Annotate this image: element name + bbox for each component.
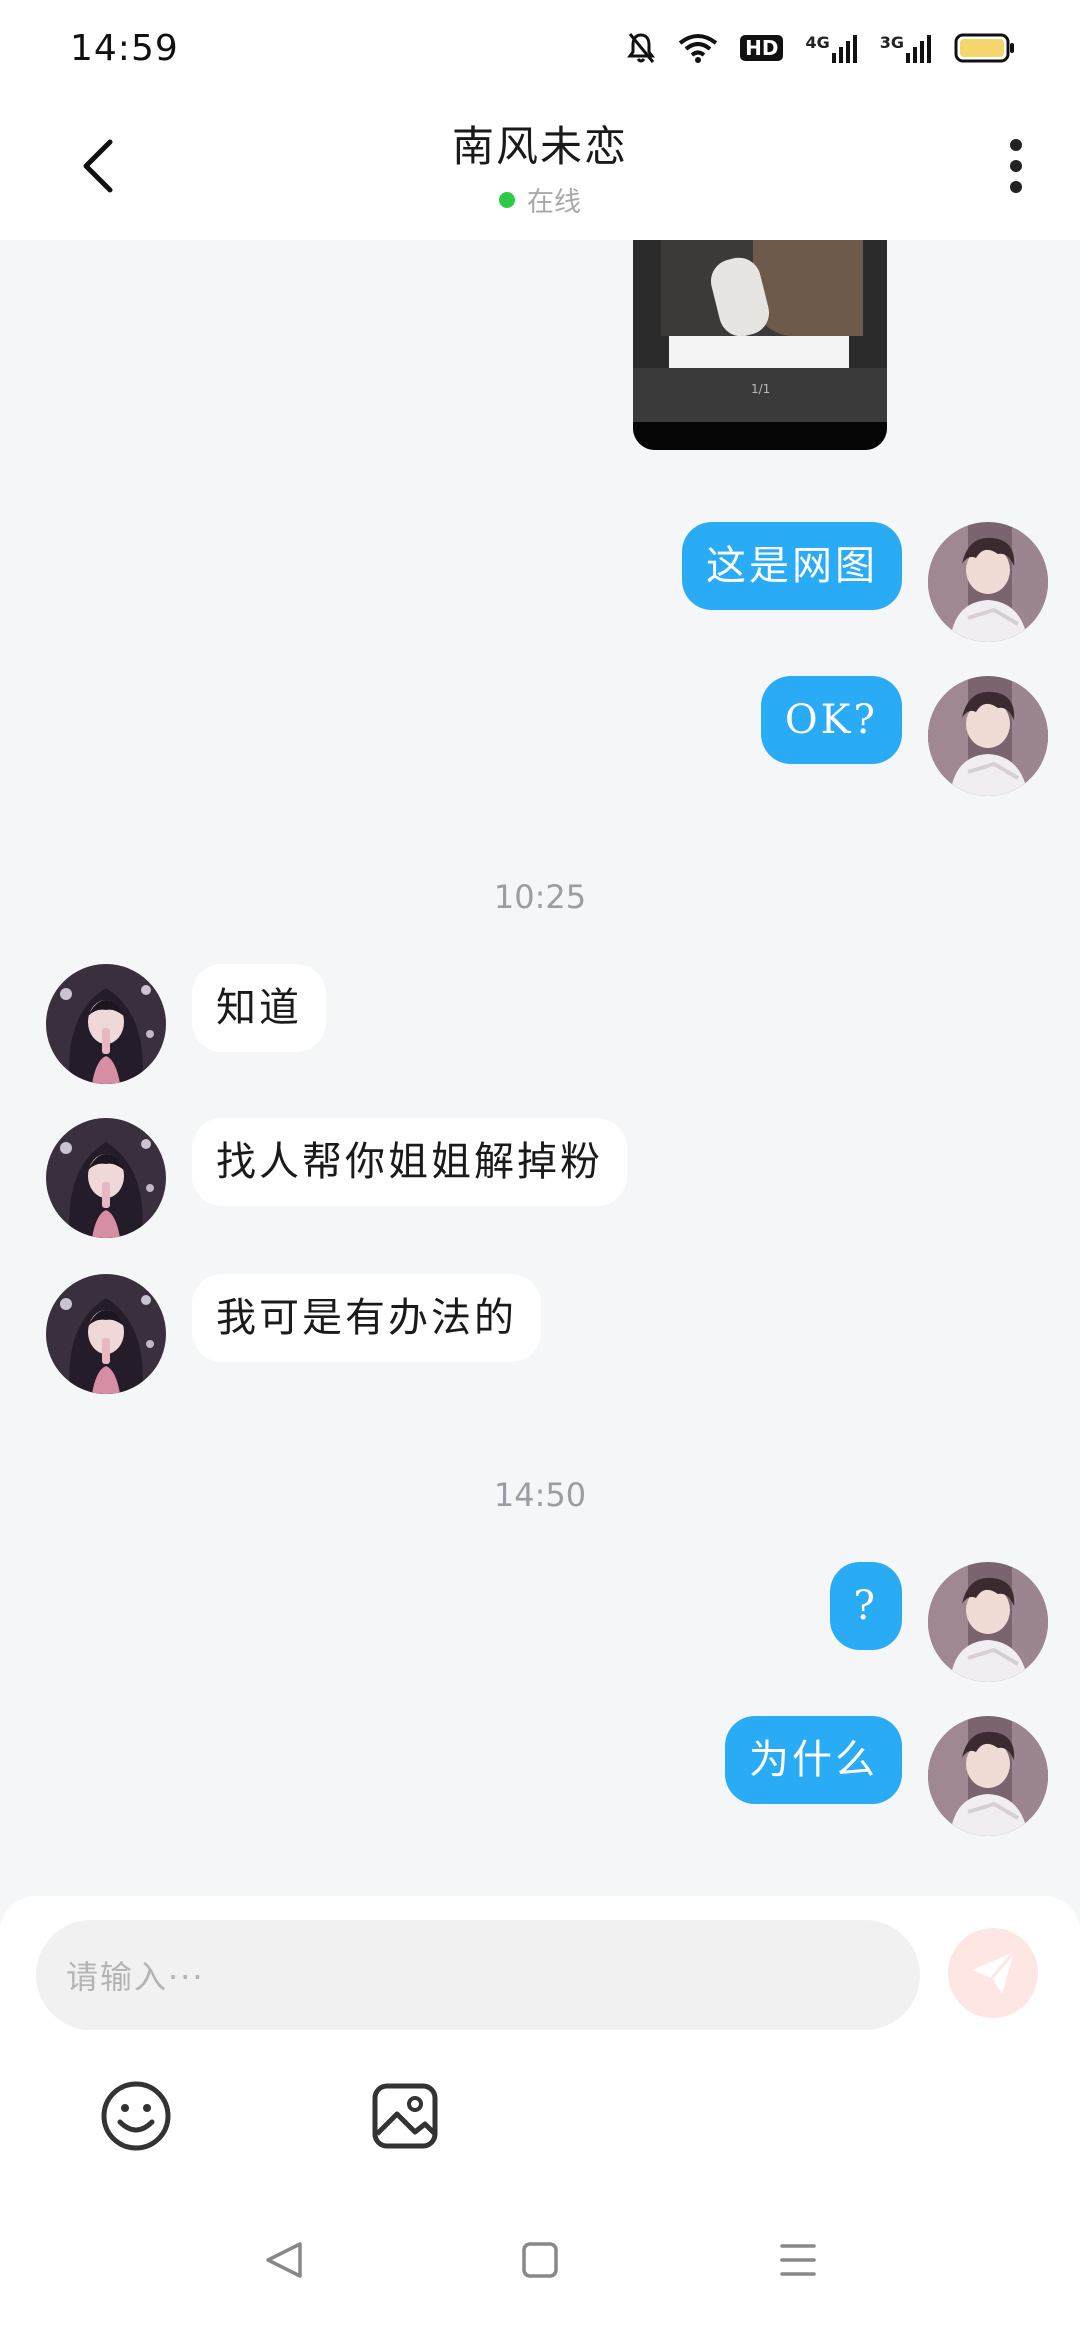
avatar-boy-image	[928, 676, 1048, 796]
menu-lines-icon	[780, 2244, 816, 2276]
signal-3g-label: 3G	[879, 33, 904, 52]
my-avatar[interactable]	[928, 676, 1048, 796]
battery-icon	[954, 33, 1016, 63]
nav-recents-button[interactable]	[768, 2230, 828, 2290]
message-row: 为什么	[725, 1716, 1048, 1836]
presence-label: 在线	[526, 187, 581, 218]
presence-status: 在线	[498, 180, 581, 219]
triangle-back-icon	[266, 2242, 302, 2278]
message-list[interactable]: 1/1 这是网图 OK? 10:25 知道 找人帮你姐姐解掉粉 我可是有办法的 …	[0, 240, 1080, 1896]
contact-avatar[interactable]	[46, 1274, 166, 1394]
my-avatar[interactable]	[928, 522, 1048, 642]
more-options-button[interactable]	[986, 136, 1046, 196]
image-icon	[372, 2083, 438, 2149]
message-bubble-incoming[interactable]: 我可是有办法的	[192, 1274, 541, 1362]
message-row: ?	[829, 1562, 1048, 1682]
timestamp: 14:50	[493, 1476, 587, 1514]
message-bubble-incoming[interactable]: 找人帮你姐姐解掉粉	[192, 1118, 627, 1206]
system-navbar	[0, 2230, 1080, 2320]
avatar-hooded-image	[46, 1118, 166, 1238]
timestamp: 10:25	[493, 878, 587, 916]
my-avatar[interactable]	[928, 1716, 1048, 1836]
message-bubble-incoming[interactable]: 知道	[192, 964, 326, 1052]
online-dot-icon	[498, 191, 515, 208]
avatar-boy-image	[928, 1716, 1048, 1836]
message-row: 我可是有办法的	[46, 1274, 541, 1394]
more-vertical-icon	[1010, 139, 1022, 193]
message-row: 知道	[46, 964, 326, 1084]
emoji-button[interactable]	[96, 2076, 176, 2156]
title-block: 南风未恋 在线	[452, 113, 628, 219]
image-page-counter: 1/1	[751, 382, 771, 396]
image-navbar	[633, 422, 887, 450]
message-row: OK?	[760, 676, 1048, 796]
message-bubble-outgoing[interactable]: OK?	[760, 676, 902, 764]
message-bubble-outgoing[interactable]: 为什么	[725, 1716, 902, 1804]
message-row: 找人帮你姐姐解掉粉	[46, 1118, 627, 1238]
signal-4g-label: 4G	[805, 33, 830, 52]
status-icons: HD 4G 3G	[626, 31, 1016, 65]
signal-4g-icon: 4G	[805, 33, 857, 63]
shared-image-message[interactable]: 1/1	[633, 240, 887, 450]
chat-header: 南风未恋 在线	[0, 96, 1080, 240]
image-card	[669, 336, 849, 368]
message-input[interactable]: 请输入···	[36, 1920, 920, 2030]
wifi-icon	[678, 33, 718, 63]
chevron-left-icon	[83, 139, 113, 193]
send-icon	[972, 1951, 1016, 1994]
contact-name: 南风未恋	[451, 122, 628, 171]
message-bubble-outgoing[interactable]: 这是网图	[682, 522, 902, 610]
contact-avatar[interactable]	[46, 964, 166, 1084]
avatar-boy-image	[928, 522, 1048, 642]
image-button[interactable]	[365, 2076, 445, 2156]
contact-avatar[interactable]	[46, 1118, 166, 1238]
status-time: 14:59	[70, 27, 179, 69]
avatar-boy-image	[928, 1562, 1048, 1682]
nav-back-button[interactable]	[254, 2230, 314, 2290]
hd-icon: HD	[740, 35, 784, 61]
status-bar: 14:59 HD 4G 3G	[0, 0, 1080, 96]
send-button[interactable]	[948, 1928, 1038, 2018]
signal-3g-icon: 3G	[880, 33, 932, 63]
my-avatar[interactable]	[928, 1562, 1048, 1682]
avatar-hooded-image	[46, 964, 166, 1084]
emoji-icon	[101, 2081, 171, 2151]
avatar-hooded-image	[46, 1274, 166, 1394]
nav-home-button[interactable]	[510, 2230, 570, 2290]
image-fur	[753, 240, 863, 336]
back-button[interactable]	[70, 138, 126, 194]
square-home-icon	[522, 2242, 558, 2278]
message-bubble-outgoing[interactable]: ?	[829, 1562, 902, 1650]
message-row: 这是网图	[682, 522, 1048, 642]
bell-off-icon	[626, 31, 656, 65]
message-input-placeholder: 请输入···	[66, 1958, 205, 1996]
chat-screen: 14:59 HD 4G 3G 南风未恋 在线 1/1 这是网图 OK? 10:2…	[0, 0, 1080, 2340]
